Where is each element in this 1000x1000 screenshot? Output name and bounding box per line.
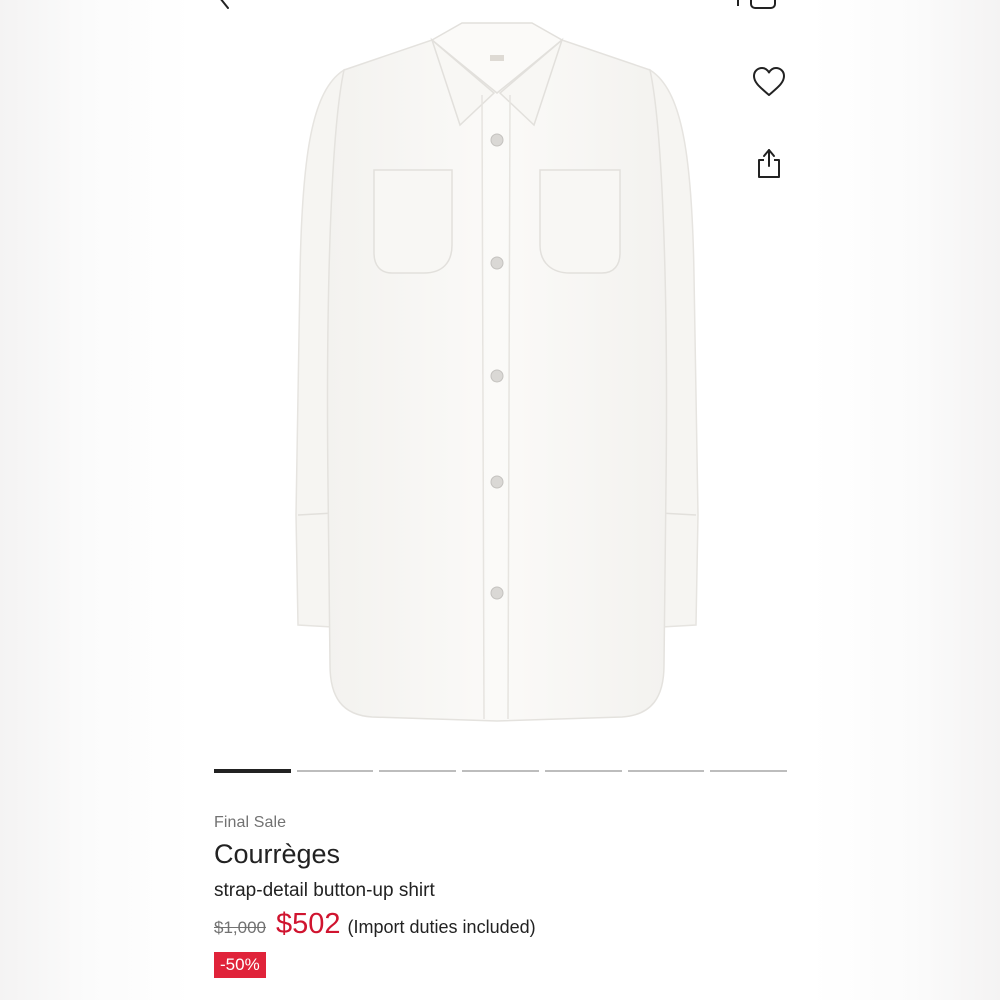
carousel-indicator-segment[interactable]: [627, 770, 705, 772]
sale-price: $502: [276, 908, 341, 940]
chevron-left-icon[interactable]: [212, 0, 236, 10]
blurred-margin-right: [810, 0, 1000, 1000]
product-image[interactable]: [272, 15, 722, 745]
image-carousel-indicator: [214, 769, 788, 773]
carousel-indicator-segment[interactable]: [710, 770, 788, 772]
shopping-bag-icon[interactable]: [732, 0, 780, 12]
carousel-indicator-segment[interactable]: [214, 769, 291, 773]
import-duties-note: (Import duties included): [347, 917, 536, 937]
price-row: $1,000 $502 (Import duties included): [214, 908, 536, 941]
carousel-indicator-segment[interactable]: [462, 770, 539, 772]
product-title: strap-detail button-up shirt: [214, 880, 435, 901]
screenshot: Final Sale Courrèges strap-detail button…: [0, 0, 1000, 1000]
carousel-indicator-segment[interactable]: [544, 770, 622, 772]
share-icon[interactable]: [754, 146, 784, 180]
blurred-margin-left: [0, 0, 192, 1000]
original-price: $1,000: [214, 918, 266, 937]
heart-icon[interactable]: [752, 66, 786, 98]
discount-badge: -50%: [214, 952, 266, 978]
brand-name[interactable]: Courrèges: [214, 839, 340, 870]
product-page: Final Sale Courrèges strap-detail button…: [192, 0, 810, 1000]
carousel-indicator-segment[interactable]: [296, 770, 374, 772]
carousel-indicator-segment[interactable]: [379, 770, 457, 772]
final-sale-label: Final Sale: [214, 814, 287, 831]
